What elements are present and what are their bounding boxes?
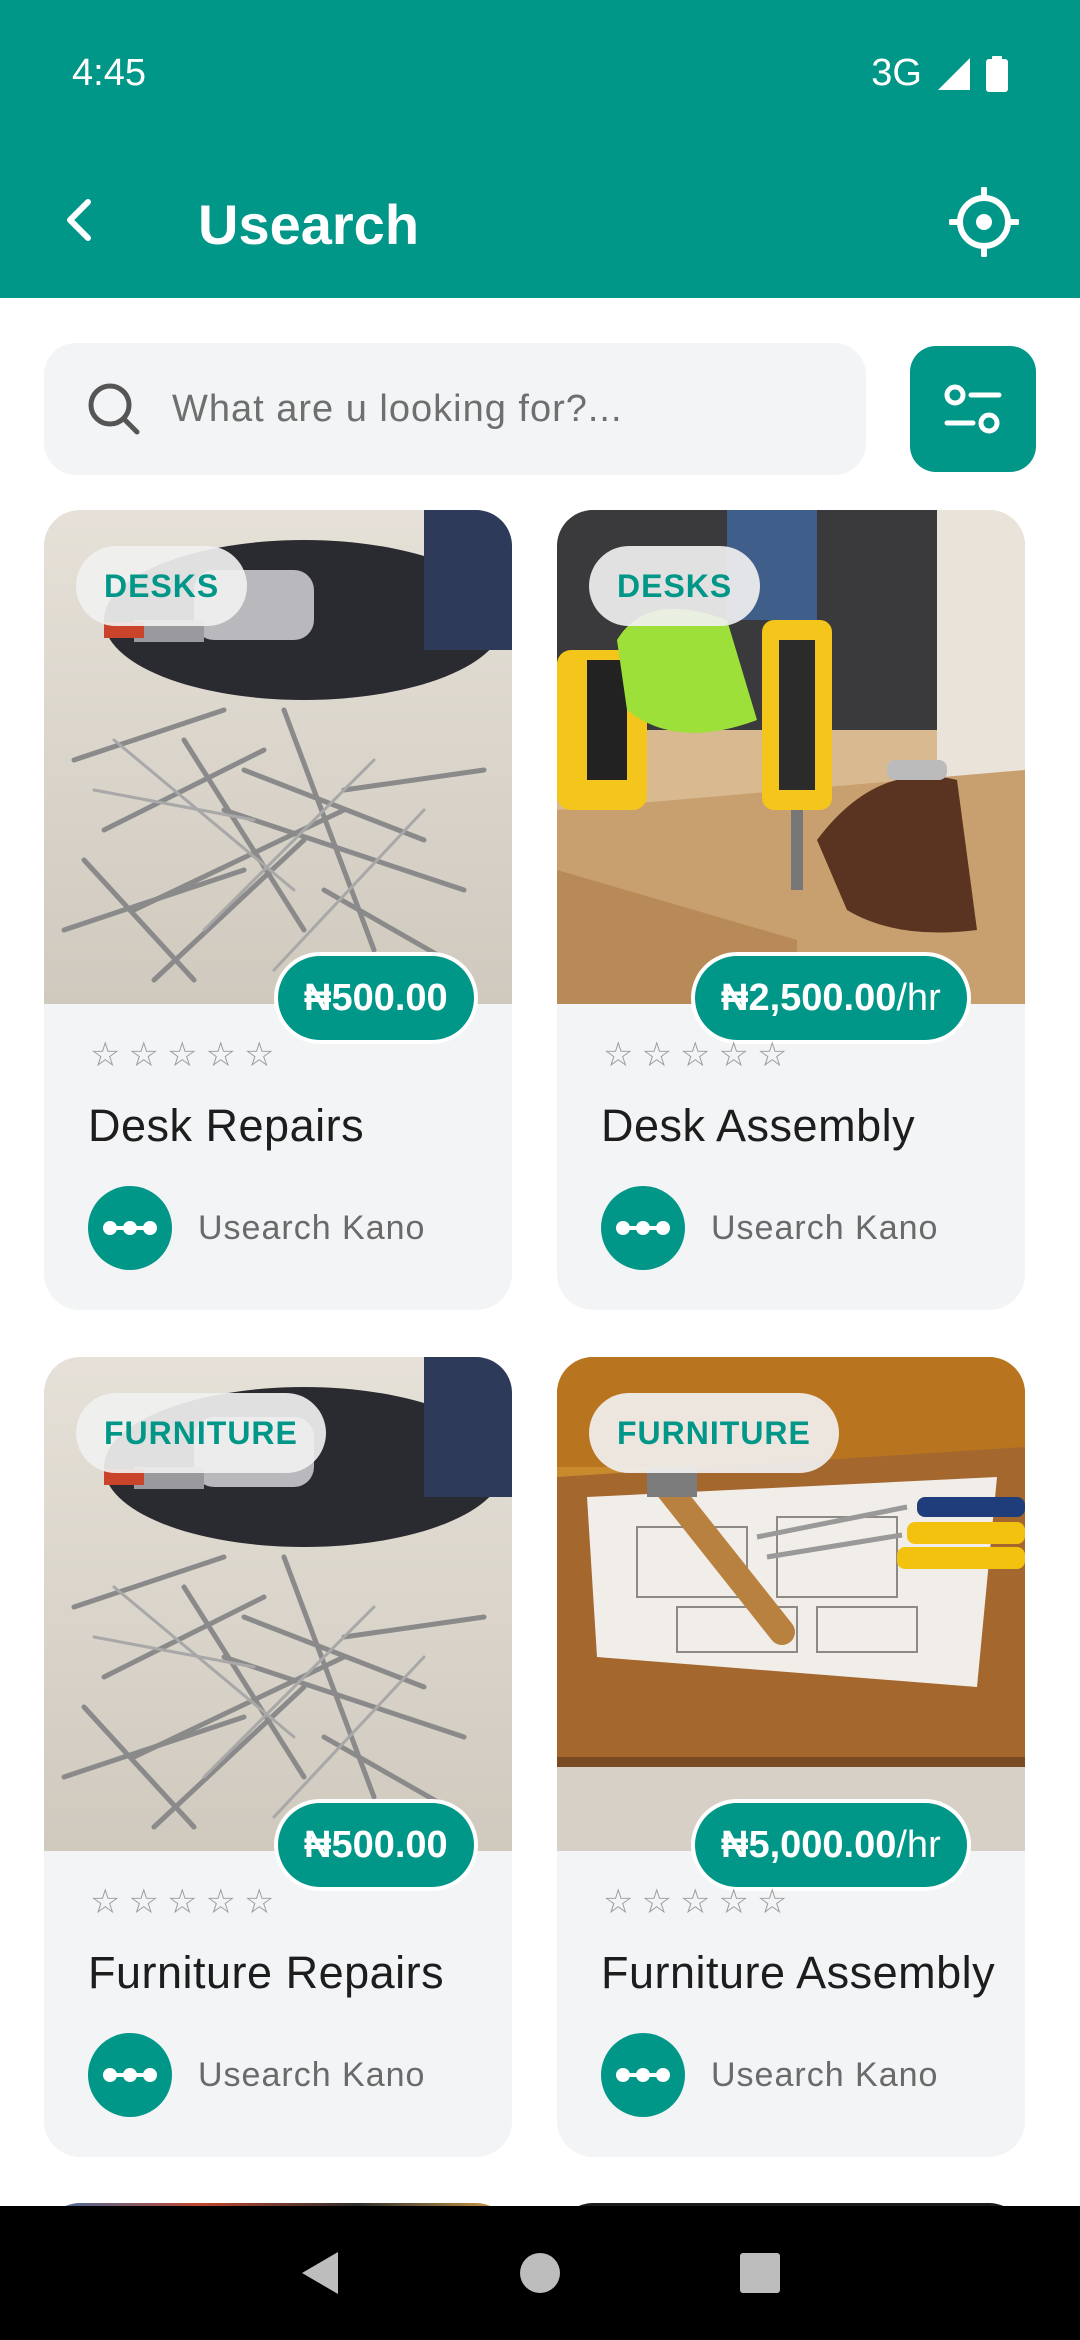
- price-value: ₦500.00: [304, 976, 448, 1019]
- header: 4:45 3G Usearch: [0, 0, 1080, 298]
- network-label: 3G: [871, 52, 922, 94]
- seller-name: Usearch Kano: [198, 1208, 426, 1247]
- page-title: Usearch: [198, 193, 420, 256]
- listing-title: Furniture Repairs: [88, 1947, 445, 1998]
- back-button[interactable]: [46, 186, 114, 254]
- price-badge: ₦500.00: [274, 1799, 478, 1891]
- square-recents-icon: [740, 2253, 780, 2293]
- seller-name: Usearch Kano: [711, 2055, 939, 2094]
- rating-stars: ☆ ☆ ☆ ☆ ☆: [90, 1038, 274, 1072]
- listing-card[interactable]: FURNITURE ₦500.00 ☆ ☆ ☆ ☆ ☆ Furniture Repair…: [44, 1357, 512, 2157]
- chevron-left-icon: [67, 199, 91, 241]
- star-icon: ☆: [128, 1036, 159, 1074]
- category-tag: FURNITURE: [76, 1393, 326, 1473]
- star-icon: ☆: [641, 1883, 672, 1921]
- rating-stars: ☆ ☆ ☆ ☆ ☆: [603, 1038, 787, 1072]
- avatar: [88, 2033, 172, 2117]
- star-icon: ☆: [243, 1883, 275, 1921]
- star-icon: ☆: [603, 1883, 634, 1921]
- star-icon: ☆: [679, 1036, 711, 1074]
- price-badge: ₦5,000.00/hr: [691, 1799, 971, 1891]
- star-icon: ☆: [205, 1883, 236, 1921]
- listing-card[interactable]: DESKS ₦2,500.00/hr ☆ ☆ ☆ ☆ ☆ Desk Assembly U…: [557, 510, 1025, 1310]
- listing-title: Desk Assembly: [601, 1100, 916, 1151]
- price-unit: /hr: [896, 976, 941, 1019]
- status-icons: 3G: [871, 52, 1008, 95]
- crosshair-icon: [949, 187, 1019, 257]
- category-tag: FURNITURE: [589, 1393, 839, 1473]
- star-icon: ☆: [166, 1883, 198, 1921]
- dots-icon: [616, 2068, 670, 2082]
- star-icon: ☆: [756, 1036, 788, 1074]
- seller-row[interactable]: Usearch Kano: [601, 2033, 938, 2117]
- dots-icon: [103, 1221, 157, 1235]
- seller-row[interactable]: Usearch Kano: [88, 1186, 425, 1270]
- rating-stars: ☆ ☆ ☆ ☆ ☆: [603, 1885, 787, 1919]
- dots-icon: [103, 2068, 157, 2082]
- status-bar: 4:45 3G: [0, 0, 1080, 150]
- price-badge: ₦500.00: [274, 952, 478, 1044]
- listing-title: Desk Repairs: [88, 1100, 365, 1151]
- location-button[interactable]: [946, 184, 1022, 260]
- search-bar[interactable]: [44, 343, 866, 475]
- nav-recents-button[interactable]: [730, 2243, 790, 2303]
- rating-stars: ☆ ☆ ☆ ☆ ☆: [90, 1885, 274, 1919]
- listing-title: Furniture Assembly: [601, 1947, 996, 1998]
- system-nav-bar: [0, 2206, 1080, 2340]
- search-input[interactable]: [172, 387, 832, 431]
- category-tag: DESKS: [589, 546, 761, 626]
- nav-home-button[interactable]: [510, 2243, 570, 2303]
- star-icon: ☆: [90, 1883, 121, 1921]
- star-icon: ☆: [243, 1036, 275, 1074]
- avatar: [601, 1186, 685, 1270]
- star-icon: ☆: [603, 1036, 634, 1074]
- star-icon: ☆: [756, 1883, 788, 1921]
- sliders-icon: [944, 384, 1002, 434]
- seller-name: Usearch Kano: [198, 2055, 426, 2094]
- price-value: ₦5,000.00: [721, 1823, 897, 1866]
- star-icon: ☆: [718, 1036, 749, 1074]
- seller-row[interactable]: Usearch Kano: [88, 2033, 425, 2117]
- status-time: 4:45: [72, 52, 146, 94]
- signal-icon: [938, 57, 970, 90]
- category-tag: DESKS: [76, 546, 248, 626]
- avatar: [88, 1186, 172, 1270]
- filter-button[interactable]: [910, 346, 1036, 472]
- triangle-back-icon: [302, 2252, 338, 2294]
- price-badge: ₦2,500.00/hr: [691, 952, 971, 1044]
- star-icon: ☆: [205, 1036, 236, 1074]
- dots-icon: [616, 1221, 670, 1235]
- app-bar: Usearch: [0, 150, 1080, 298]
- price-unit: /hr: [896, 1823, 941, 1866]
- price-value: ₦2,500.00: [721, 976, 897, 1019]
- listing-card[interactable]: DESKS ₦500.00 ☆ ☆ ☆ ☆ ☆ Desk Repairs Usearch…: [44, 510, 512, 1310]
- circle-home-icon: [520, 2253, 560, 2293]
- star-icon: ☆: [90, 1036, 121, 1074]
- battery-icon: [986, 55, 1008, 92]
- avatar: [601, 2033, 685, 2117]
- price-value: ₦500.00: [304, 1823, 448, 1866]
- seller-name: Usearch Kano: [711, 1208, 939, 1247]
- seller-row[interactable]: Usearch Kano: [601, 1186, 938, 1270]
- star-icon: ☆: [679, 1883, 711, 1921]
- search-icon: [84, 379, 144, 439]
- star-icon: ☆: [128, 1883, 159, 1921]
- star-icon: ☆: [166, 1036, 198, 1074]
- nav-back-button[interactable]: [290, 2243, 350, 2303]
- star-icon: ☆: [641, 1036, 672, 1074]
- star-icon: ☆: [718, 1883, 749, 1921]
- listing-card[interactable]: FURNITURE ₦5,000.00/hr ☆ ☆ ☆ ☆ ☆ Furniture A…: [557, 1357, 1025, 2157]
